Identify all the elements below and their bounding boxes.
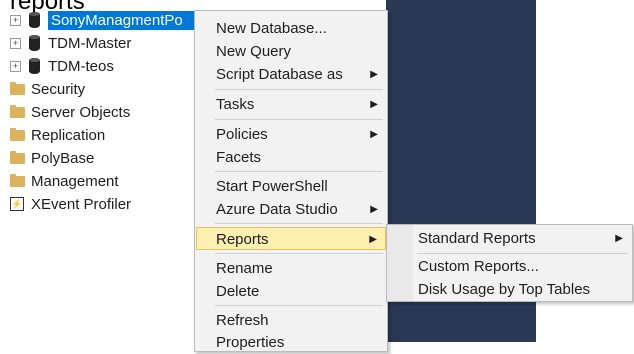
menu-item-label: Azure Data Studio <box>216 201 338 218</box>
tree-item-polybase[interactable]: PolyBase <box>10 148 94 168</box>
tree-item-tdm-teos[interactable]: + TDM-teos <box>10 56 114 76</box>
tree-item-label: Replication <box>31 126 106 144</box>
submenu-arrow-icon: ▶ <box>370 99 378 110</box>
folder-icon <box>10 104 25 118</box>
menu-item-label: Policies <box>216 126 268 143</box>
submenu-arrow-icon: ▶ <box>370 204 378 215</box>
expand-icon[interactable]: + <box>10 14 21 26</box>
xevent-profiler-icon: ⚡ <box>10 197 24 211</box>
menu-item-label: New Query <box>216 43 292 60</box>
menu-item-label: Standard Reports <box>418 230 536 247</box>
folder-icon <box>10 150 25 164</box>
tree-item-server-objects[interactable]: Server Objects <box>10 102 130 122</box>
submenu-arrow-icon: ▶ <box>370 129 378 140</box>
menu-separator <box>417 253 628 254</box>
menu-item-tasks[interactable]: Tasks ▶ <box>196 93 386 116</box>
expand-icon[interactable]: + <box>10 60 21 72</box>
menu-item-label: Script Database as <box>216 66 343 83</box>
menu-item-policies[interactable]: Policies ▶ <box>196 123 386 146</box>
menu-item-properties[interactable]: Properties <box>196 331 386 354</box>
menu-item-label: Rename <box>216 260 273 277</box>
menu-item-disk-usage-by-top-tables[interactable]: Disk Usage by Top Tables <box>388 278 631 301</box>
menu-item-label: Reports <box>216 231 269 248</box>
tree-item-tdm-master[interactable]: + TDM-Master <box>10 33 131 53</box>
menu-separator <box>215 305 383 306</box>
menu-item-facets[interactable]: Facets <box>196 146 386 169</box>
menu-item-new-query[interactable]: New Query <box>196 40 386 63</box>
tree-item-label: PolyBase <box>31 149 95 167</box>
tree-item-xevent-profiler[interactable]: ⚡ XEvent Profiler <box>10 194 131 214</box>
tree-item-label: XEvent Profiler <box>31 195 132 213</box>
tree-item-management[interactable]: Management <box>10 171 119 191</box>
menu-item-label: Start PowerShell <box>216 178 328 195</box>
tree-item-label: Server Objects <box>31 103 131 121</box>
folder-icon <box>10 173 25 187</box>
menu-separator <box>215 223 383 224</box>
database-icon <box>29 12 40 28</box>
menu-separator <box>215 89 383 90</box>
tree-item-label: Management <box>31 172 119 190</box>
tree-item-label: TDM-Master <box>48 34 132 52</box>
menu-item-delete[interactable]: Delete <box>196 280 386 303</box>
expand-icon[interactable]: + <box>10 37 21 49</box>
menu-item-azure-data-studio[interactable]: Azure Data Studio ▶ <box>196 198 386 221</box>
context-menu: New Database... New Query Script Databas… <box>194 10 388 352</box>
menu-separator <box>215 171 383 172</box>
submenu-arrow-icon: ▶ <box>615 233 623 244</box>
menu-item-script-database-as[interactable]: Script Database as ▶ <box>196 63 386 86</box>
folder-icon <box>10 127 25 141</box>
menu-item-custom-reports[interactable]: Custom Reports... <box>388 255 631 278</box>
menu-item-label: New Database... <box>216 20 327 37</box>
menu-item-refresh[interactable]: Refresh <box>196 309 386 332</box>
menu-item-rename[interactable]: Rename <box>196 257 386 280</box>
menu-separator <box>215 119 383 120</box>
tree-item-label: TDM-teos <box>48 57 114 75</box>
menu-item-label: Delete <box>216 283 260 300</box>
menu-item-standard-reports[interactable]: Standard Reports ▶ <box>388 227 631 250</box>
submenu-arrow-icon: ▶ <box>369 234 377 245</box>
menu-item-label: Tasks <box>216 96 255 113</box>
database-icon <box>29 58 40 74</box>
tree-item-security[interactable]: Security <box>10 79 85 99</box>
reports-submenu: Standard Reports ▶ Custom Reports... Dis… <box>386 224 633 302</box>
tree-item-replication[interactable]: Replication <box>10 125 105 145</box>
menu-item-label: Refresh <box>216 312 269 329</box>
menu-item-label: Custom Reports... <box>418 258 539 275</box>
menu-item-start-powershell[interactable]: Start PowerShell <box>196 175 386 198</box>
tree-item-label: Security <box>31 80 86 98</box>
menu-separator <box>215 253 383 254</box>
tree-item-sonymanagmentpo[interactable]: + SonyManagmentPo <box>10 10 224 30</box>
database-icon <box>29 35 40 51</box>
menu-item-reports[interactable]: Reports ▶ <box>196 227 386 250</box>
submenu-arrow-icon: ▶ <box>370 69 378 80</box>
folder-icon <box>10 81 25 95</box>
menu-item-label: Disk Usage by Top Tables <box>418 281 591 298</box>
menu-item-new-database[interactable]: New Database... <box>196 17 386 40</box>
menu-item-label: Facets <box>216 149 262 166</box>
menu-item-label: Properties <box>216 334 285 351</box>
